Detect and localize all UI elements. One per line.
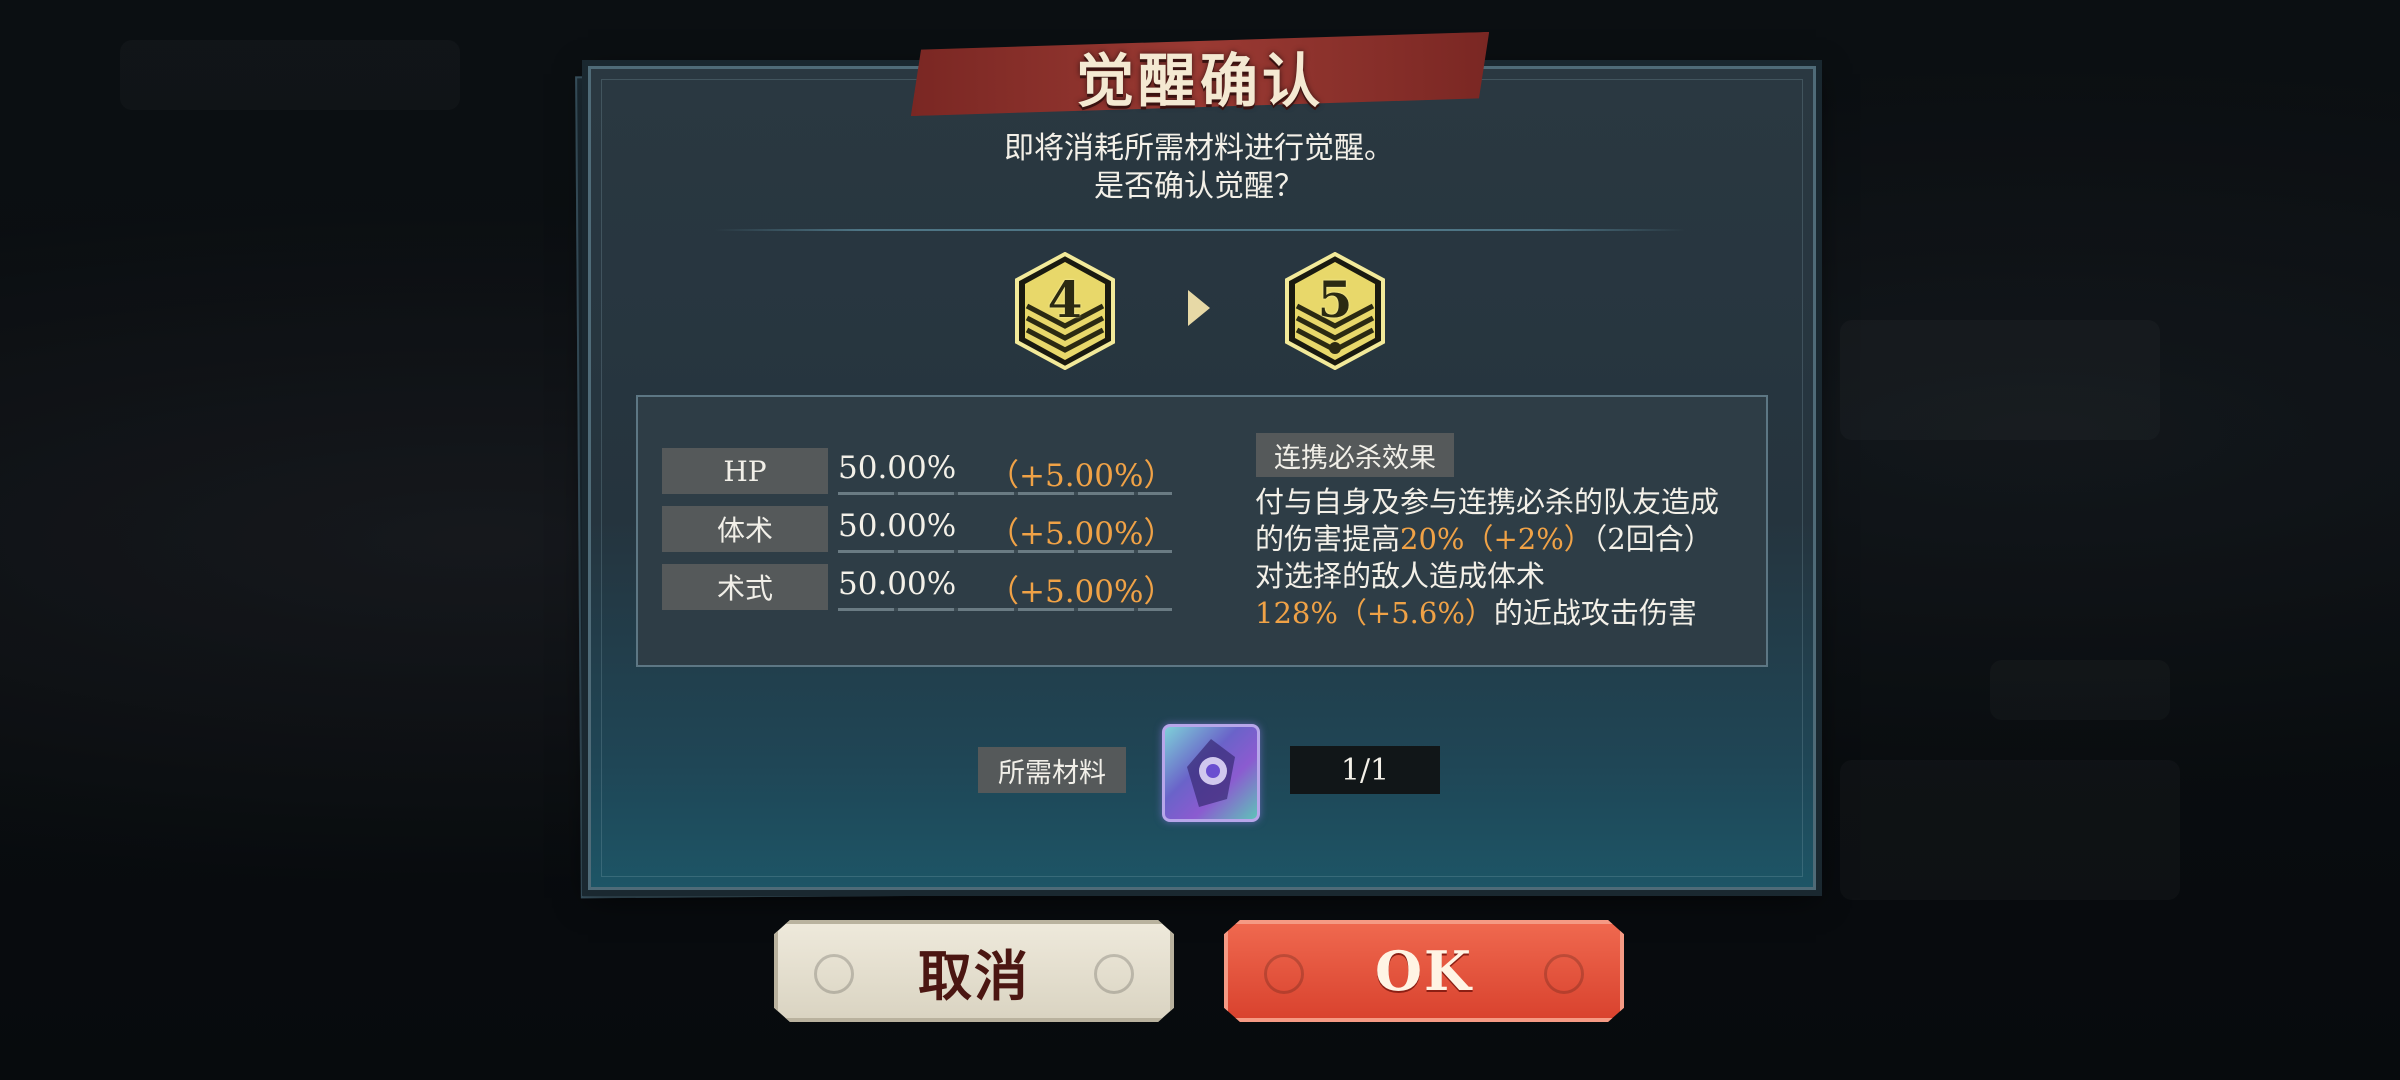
rank-to-badge: 5 [1283,252,1387,370]
stat-label: HP [662,448,828,494]
button-ornament-icon [1094,954,1134,994]
awakening-crystal-icon[interactable] [1162,724,1260,822]
message-line-2: 是否确认觉醒？ [1094,169,1304,204]
skill-line-2-value: 20%（+2%） [1400,522,1593,556]
skill-effect-tag: 连携必杀效果 [1256,433,1454,477]
divider [715,229,1685,231]
button-ornament-icon [1264,954,1304,994]
required-materials-label: 所需材料 [978,747,1126,793]
skill-line-1: 付与自身及参与连携必杀的队友造成 [1255,485,1720,519]
button-ornament-icon [814,954,854,994]
stat-bonus: （+5.00%） [988,574,1175,610]
stat-bonus: （+5.00%） [988,516,1175,552]
stat-underline [838,492,1172,495]
skill-line-4-value: 128%（+5.6%） [1255,596,1494,630]
skill-effect-description: 付与自身及参与连携必杀的队友造成 的伤害提高20%（+2%）（2回合） 对选择的… [1255,484,1755,632]
stat-value: 50.00% [838,450,957,486]
material-count: 1/1 [1290,746,1440,794]
rank-to-number: 5 [1317,270,1353,329]
skill-line-2: 的伤害提高20%（+2%）（2回合） [1255,521,1755,558]
cancel-button[interactable]: 取消 [774,920,1174,1022]
arrow-right-icon [1188,290,1210,326]
stat-label: 体术 [662,506,828,552]
stat-underline [838,550,1172,553]
stat-underline [838,608,1172,611]
ok-button-label: OK [1375,939,1473,1003]
dialog-title: 觉醒确认 [1075,47,1324,115]
skill-line-4-text: 的近战攻击伤害 [1493,596,1697,630]
stat-value: 50.00% [838,566,957,602]
ok-button[interactable]: OK [1224,920,1624,1022]
message-line-1: 即将消耗所需材料进行觉醒。 [1004,131,1394,166]
button-ornament-icon [1544,954,1584,994]
dialog-message: 即将消耗所需材料进行觉醒。 是否确认觉醒？ [588,130,1810,206]
stat-label: 术式 [662,564,828,610]
skill-line-2-duration: （2回合） [1592,522,1713,556]
stat-value: 50.00% [838,508,957,544]
skill-line-2-text: 的伤害提高 [1255,522,1401,556]
cancel-button-label: 取消 [918,943,1030,1008]
skill-line-3: 对选择的敌人造成体术 [1255,559,1546,593]
rank-from-number: 4 [1047,270,1083,329]
crystal-shape-icon [1187,739,1235,807]
skill-line-4: 128%（+5.6%）的近战攻击伤害 [1255,595,1755,632]
rank-from-badge: 4 [1013,252,1117,370]
stat-bonus: （+5.00%） [988,458,1175,494]
